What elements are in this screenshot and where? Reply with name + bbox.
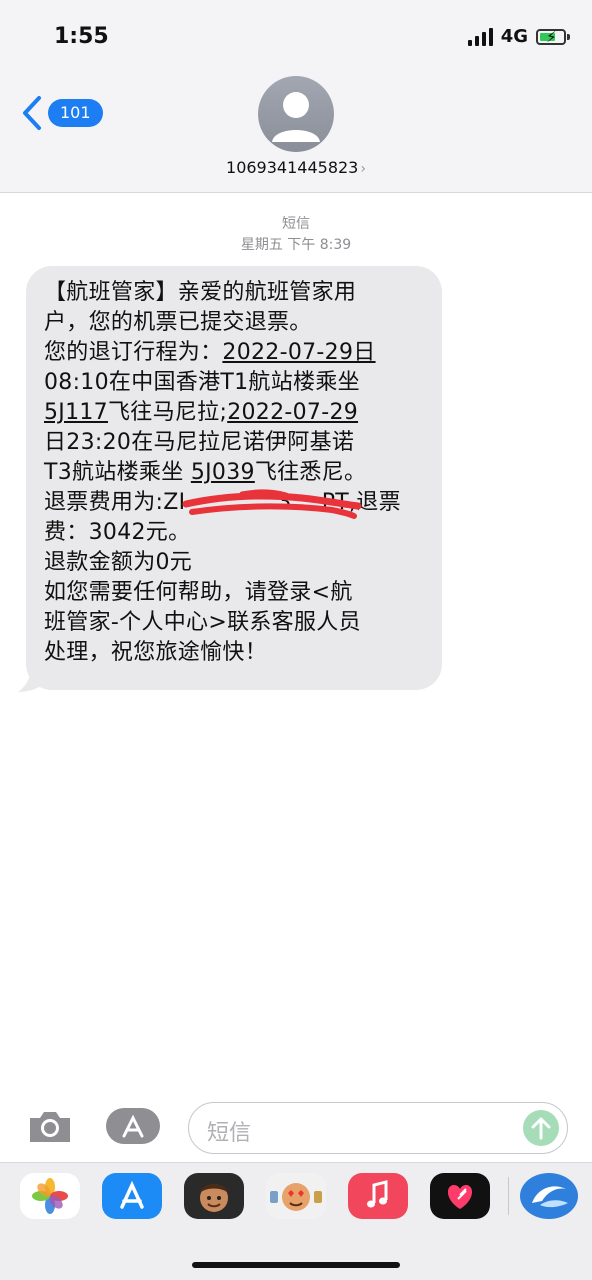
network-type: 4G [500, 26, 528, 47]
date-link[interactable]: 2022-07-29日 [222, 340, 375, 365]
message-timestamp: 星期五 下午 8:39 [240, 237, 352, 253]
flight-manager-app-icon[interactable] [520, 1173, 578, 1219]
service-label: 短信 [282, 216, 310, 232]
flight-number-link[interactable]: 5J117 [44, 400, 108, 425]
app-store-icon[interactable] [102, 1173, 162, 1219]
message-line: 处理，祝您旅途愉快！ [44, 640, 268, 665]
message-input[interactable]: 短信 [188, 1102, 568, 1154]
contact-avatar[interactable] [258, 76, 334, 152]
person-icon [272, 92, 320, 142]
message-line: 费：3042元。 [44, 520, 191, 545]
message-line: 08:10在中国香港T1航站楼乘坐 [44, 370, 360, 395]
message-line: T3航站楼乘坐 5J039飞往悉尼。 [44, 460, 367, 485]
signal-strength-icon [467, 27, 493, 46]
battery-icon: ⚡ [536, 27, 570, 46]
message-line: 如您需要任何帮助，请登录<航 [44, 580, 353, 605]
message-line: 退款金额为0元 [44, 550, 193, 575]
message-bubble[interactable]: 【航班管家】亲爱的航班管家用 户，您的机票已提交退票。 您的退订行程为：2022… [26, 266, 442, 690]
charging-bolt-icon: ⚡ [546, 27, 557, 46]
memoji-stickers-icon[interactable] [266, 1173, 326, 1219]
message-line: 【航班管家】亲爱的航班管家用 [44, 280, 357, 305]
message-line: 5J117飞往马尼拉;2022-07-29 [44, 400, 359, 425]
memoji-icon[interactable] [184, 1173, 244, 1219]
sender-number: 1069341445823 [226, 158, 359, 177]
drawer-divider [508, 1177, 509, 1215]
message-line: 日23:20在马尼拉尼诺伊阿基诺 [44, 430, 355, 455]
sender-info-button[interactable]: 1069341445823 › [0, 158, 592, 177]
message-text: 【航班管家】亲爱的航班管家用 户，您的机票已提交退票。 您的退订行程为：2022… [44, 278, 428, 668]
app-drawer-button[interactable] [104, 1106, 162, 1146]
arrow-up-icon [531, 1117, 551, 1140]
flight-number-link[interactable]: 5J039 [191, 460, 255, 485]
back-button[interactable]: 101 [22, 95, 103, 131]
status-indicators: 4G ⚡ [467, 26, 570, 47]
chevron-right-icon: › [360, 161, 366, 177]
home-indicator [192, 1262, 400, 1268]
message-line: 退票费用为:ZI 3 PT,退票 [44, 490, 401, 515]
status-time: 1:55 [54, 24, 109, 49]
conversation-header: 1:55 4G ⚡ 101 1069341445823 › [0, 0, 592, 193]
chevron-left-icon [23, 96, 41, 130]
send-button[interactable] [523, 1110, 559, 1146]
unread-count-badge: 101 [48, 99, 103, 127]
camera-icon[interactable] [26, 1106, 74, 1146]
message-line: 班管家-个人中心>联系客服人员 [44, 610, 361, 635]
photos-app-icon[interactable] [20, 1173, 80, 1219]
message-input-placeholder: 短信 [207, 1121, 252, 1146]
message-line: 户，您的机票已提交退票。 [44, 310, 312, 335]
date-link[interactable]: 2022-07-29 [227, 400, 358, 425]
digital-touch-icon[interactable] [430, 1173, 490, 1219]
music-app-icon[interactable] [348, 1173, 408, 1219]
message-line: 您的退订行程为：2022-07-29日 [44, 340, 376, 365]
